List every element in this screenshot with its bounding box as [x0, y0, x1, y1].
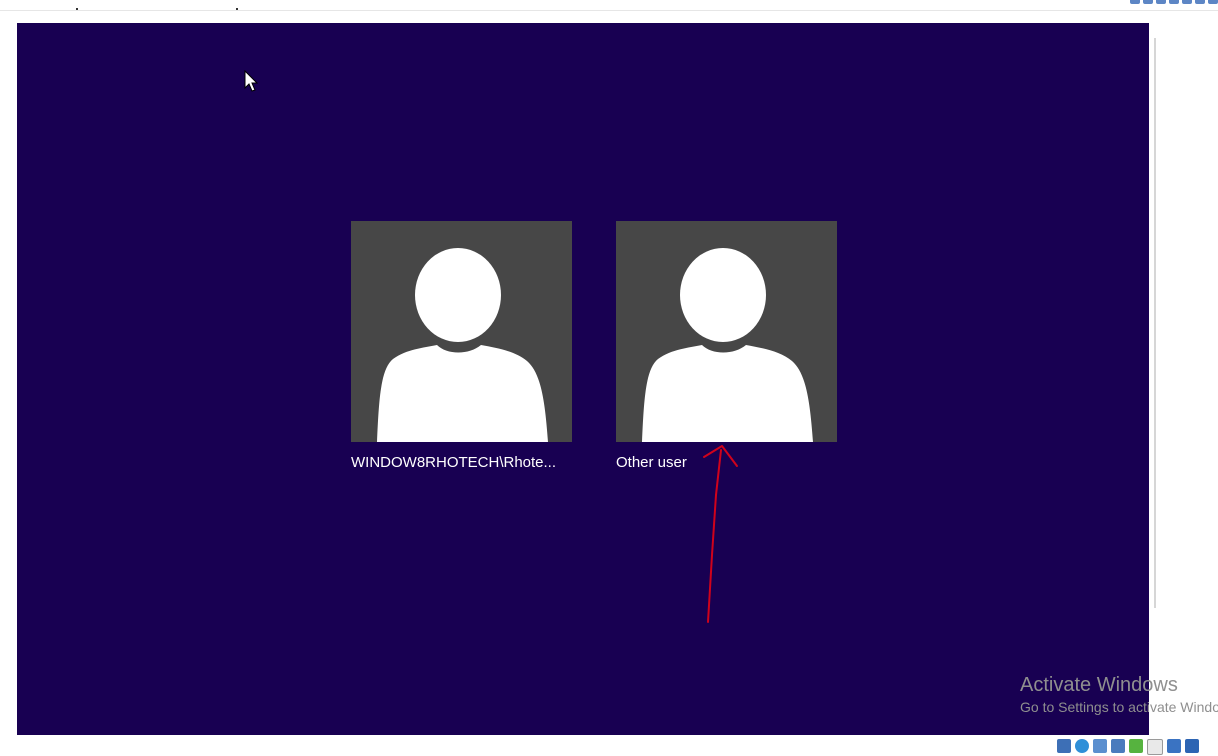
- audio-icon[interactable]: [1093, 739, 1107, 753]
- top-toolbar-icons: [1130, 0, 1218, 4]
- hard-disk-icon[interactable]: [1057, 739, 1071, 753]
- top-dot: [76, 8, 78, 10]
- toolbar-icon[interactable]: [1208, 0, 1218, 4]
- vm-display-login-screen[interactable]: WINDOW8RHOTECH\Rhote... Other user: [17, 23, 1149, 735]
- activate-windows-watermark: Activate Windows Go to Settings to activ…: [1020, 674, 1218, 715]
- optical-drive-icon[interactable]: [1075, 739, 1089, 753]
- user-avatar[interactable]: [351, 221, 572, 442]
- vertical-scrollbar[interactable]: [1154, 38, 1156, 608]
- recording-icon[interactable]: [1185, 739, 1199, 753]
- toolbar-icon[interactable]: [1169, 0, 1179, 4]
- toolbar-icon[interactable]: [1195, 0, 1205, 4]
- user-tile-label: Other user: [616, 454, 687, 471]
- user-tile-label: WINDOW8RHOTECH\Rhote...: [351, 454, 557, 471]
- status-icons: [1057, 739, 1199, 755]
- display-icon[interactable]: [1167, 739, 1181, 753]
- usb-icon[interactable]: [1129, 739, 1143, 753]
- user-tile-rhotech[interactable]: WINDOW8RHOTECH\Rhote...: [351, 221, 572, 471]
- user-avatar[interactable]: [616, 221, 837, 442]
- toolbar-icon[interactable]: [1156, 0, 1166, 4]
- watermark-title: Activate Windows: [1020, 674, 1178, 696]
- host-window-top-strip: [0, 0, 1218, 11]
- vm-status-bar: [0, 735, 1218, 756]
- shared-folder-icon[interactable]: [1147, 739, 1163, 755]
- toolbar-icon[interactable]: [1130, 0, 1140, 4]
- user-avatar-icon: [642, 248, 813, 442]
- top-dot: [236, 8, 238, 10]
- mouse-pointer-icon: [244, 70, 259, 92]
- toolbar-icon[interactable]: [1182, 0, 1192, 4]
- toolbar-icon[interactable]: [1143, 0, 1153, 4]
- user-avatar-icon: [377, 248, 548, 442]
- watermark-subtitle: Go to Settings to activate Windows.: [1020, 699, 1218, 715]
- user-tile-other-user[interactable]: Other user: [616, 221, 837, 471]
- network-icon[interactable]: [1111, 739, 1125, 753]
